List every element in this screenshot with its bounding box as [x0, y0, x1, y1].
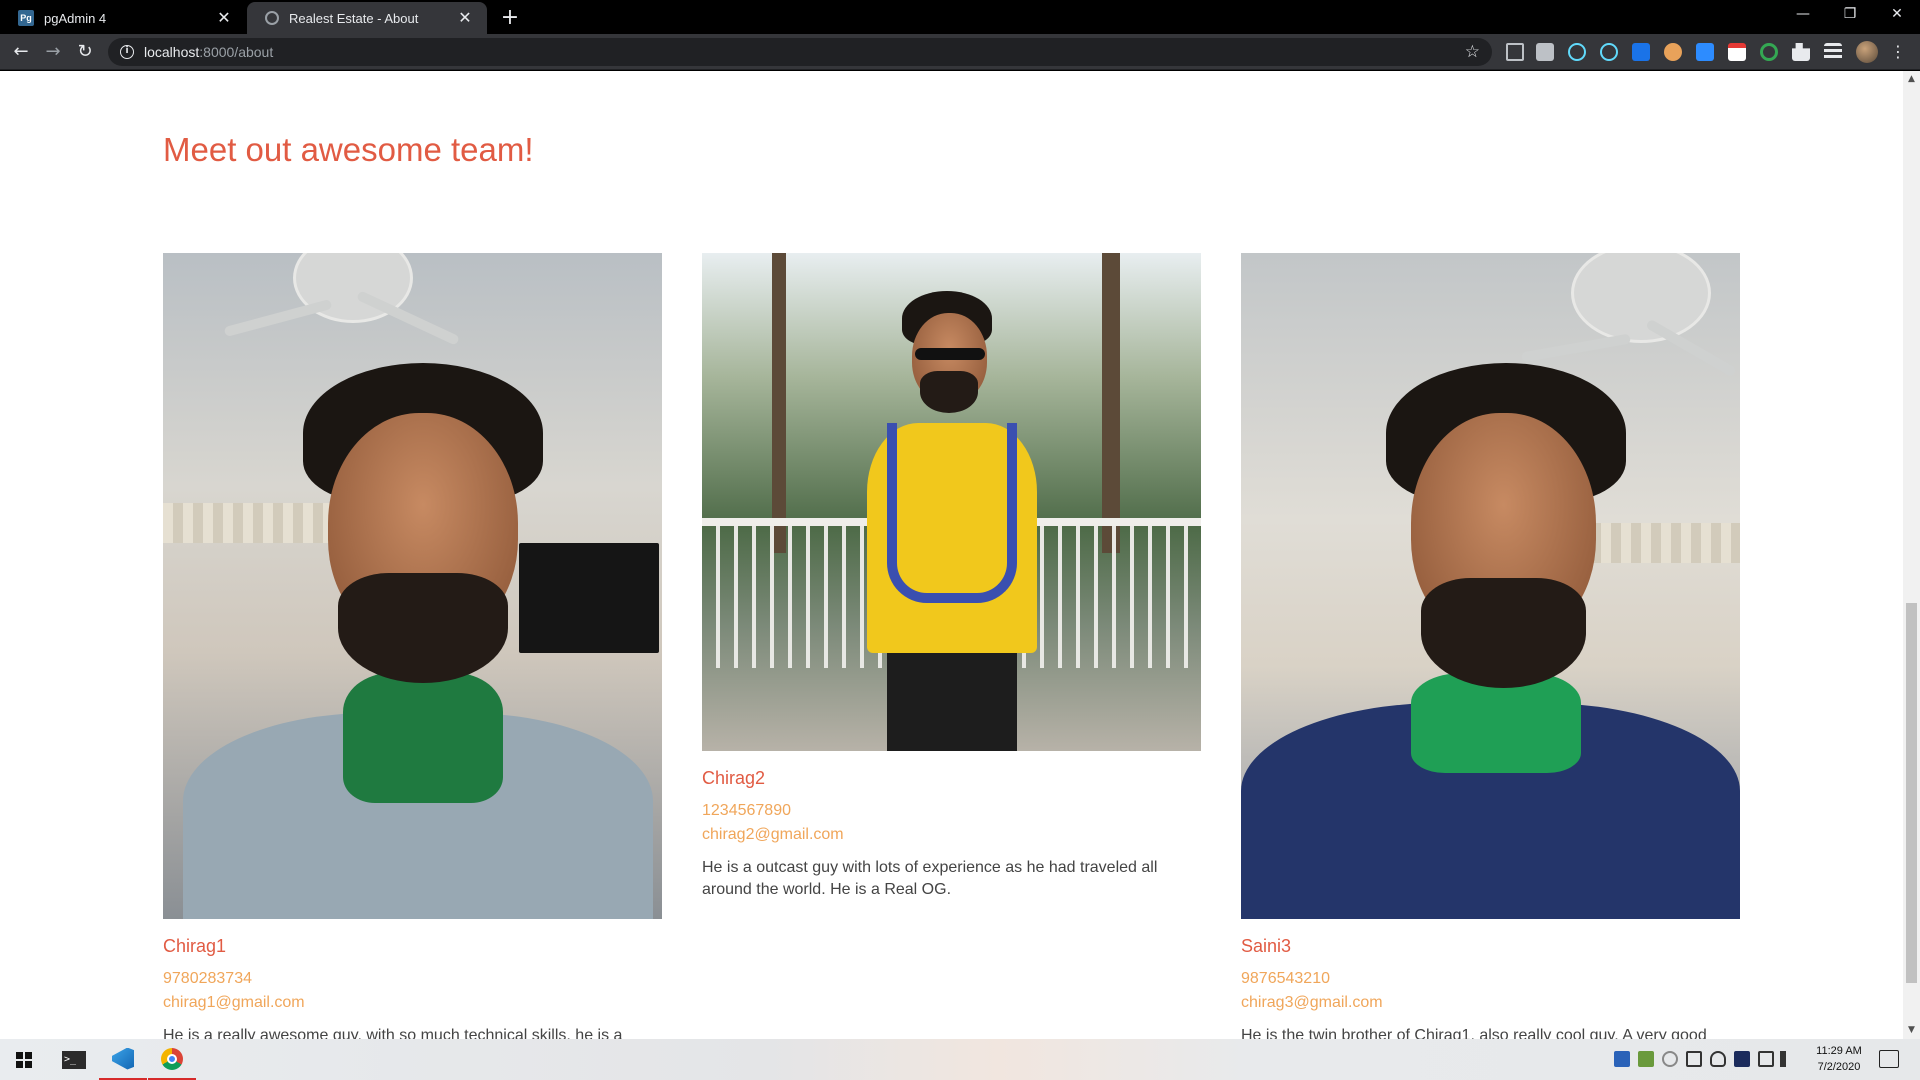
browser-toolbar: ← → ↻ i localhost:8000/about ☆ ⋮: [0, 34, 1920, 70]
page-scrollbar[interactable]: ▲ ▼: [1903, 71, 1920, 1039]
url-path: :8000/about: [199, 44, 274, 60]
notifications-icon[interactable]: [1879, 1050, 1899, 1068]
site-info-icon[interactable]: i: [120, 45, 134, 59]
windows-logo-icon: [16, 1051, 32, 1068]
tab-close-icon[interactable]: ✕: [457, 8, 473, 28]
page-heading: Meet out awesome team!: [163, 131, 534, 168]
photo-ceiling-rose: [1571, 253, 1711, 343]
system-clock[interactable]: 11:29 AM 7/2/2020: [1800, 1043, 1878, 1075]
photo-backpack-straps: [887, 423, 1017, 603]
tab-realest-estate-about[interactable]: Realest Estate - About ✕: [247, 2, 487, 34]
tray-security-icon[interactable]: [1686, 1051, 1702, 1067]
photo-shorts: [887, 653, 1017, 751]
extension-owl-icon[interactable]: [1664, 43, 1682, 61]
member-bio: He is a outcast guy with lots of experie…: [702, 859, 1158, 898]
member-phone: 1234567890: [702, 802, 791, 819]
photo-fan-blade: [1520, 333, 1632, 363]
window-restore-icon[interactable]: ❐: [1827, 0, 1873, 30]
photo-beard: [338, 573, 508, 683]
tab-pgadmin[interactable]: Pg pgAdmin 4 ✕: [0, 2, 246, 34]
member-email: chirag2@gmail.com: [702, 826, 844, 843]
member-phone: 9780283734: [163, 970, 252, 987]
extension-metrics-icon[interactable]: [1506, 43, 1524, 61]
terminal-icon: >_: [62, 1050, 86, 1069]
team-member-photo: [163, 253, 662, 919]
globe-favicon-icon: [265, 11, 279, 25]
taskbar: >_ 11:29 AM 7/2/2020: [0, 1039, 1920, 1080]
member-bio: He is a really awesome guy, with so much…: [163, 1027, 623, 1039]
menu-kebab-icon[interactable]: ⋮: [1888, 42, 1908, 61]
new-tab-button[interactable]: +: [498, 4, 522, 32]
page-viewport: Meet out awesome team! Chirag1 978028373…: [0, 71, 1920, 1039]
taskbar-chrome[interactable]: [148, 1039, 196, 1080]
photo-fan-blade: [223, 298, 333, 338]
tray-app-icon[interactable]: [1734, 1051, 1750, 1067]
back-arrow-icon[interactable]: ←: [7, 40, 35, 64]
bookmark-star-icon[interactable]: ☆: [1465, 42, 1480, 62]
photo-tree-trunk: [772, 253, 786, 553]
tab-close-icon[interactable]: ✕: [216, 8, 232, 28]
clock-date: 7/2/2020: [1817, 1061, 1861, 1073]
taskbar-vscode[interactable]: [99, 1039, 147, 1080]
photo-collar: [343, 673, 503, 803]
scrollbar-thumb[interactable]: [1906, 603, 1917, 983]
team-member-card: Saini3 9876543210 chirag3@gmail.com He i…: [1241, 253, 1740, 1039]
tab-title: pgAdmin 4: [44, 10, 107, 26]
url-host: localhost: [144, 44, 200, 60]
member-email: chirag3@gmail.com: [1241, 994, 1383, 1011]
photo-tv: [519, 543, 659, 653]
team-member-photo: [702, 253, 1201, 751]
photo-curtain: [1581, 523, 1740, 563]
photo-beard: [920, 371, 978, 413]
member-bio: He is the twin brother of Chirag1, also …: [1241, 1027, 1707, 1039]
photo-beard: [1421, 578, 1586, 688]
volume-icon[interactable]: [1780, 1051, 1796, 1067]
network-icon[interactable]: [1758, 1051, 1774, 1067]
photo-tree-trunk: [1102, 253, 1120, 553]
clock-time: 11:29 AM: [1816, 1045, 1862, 1057]
extension-react-icon[interactable]: [1600, 43, 1618, 61]
scroll-down-arrow-icon[interactable]: ▼: [1903, 1022, 1920, 1039]
member-email: chirag1@gmail.com: [163, 994, 305, 1011]
photo-collar: [1411, 673, 1581, 773]
extensions-puzzle-icon[interactable]: [1792, 43, 1810, 61]
extension-zoom-icon[interactable]: [1696, 43, 1714, 61]
tray-app-icon[interactable]: [1638, 1051, 1654, 1067]
start-button[interactable]: [0, 1039, 48, 1080]
address-bar[interactable]: i localhost:8000/about ☆: [108, 38, 1492, 66]
member-phone: 9876543210: [1241, 970, 1330, 987]
member-name: Chirag2: [702, 768, 766, 788]
forward-arrow-icon[interactable]: →: [39, 40, 67, 64]
tab-title: Realest Estate - About: [289, 10, 419, 26]
photo-curtain: [163, 503, 353, 543]
member-name: Chirag1: [163, 936, 227, 956]
profile-avatar[interactable]: [1856, 41, 1878, 63]
extension-react-devtools-icon[interactable]: [1568, 43, 1586, 61]
tray-app-icon[interactable]: [1614, 1051, 1630, 1067]
taskbar-terminal[interactable]: >_: [50, 1039, 98, 1080]
reload-icon[interactable]: ↻: [71, 40, 99, 64]
tray-onedrive-icon[interactable]: [1710, 1051, 1726, 1067]
scroll-up-arrow-icon[interactable]: ▲: [1903, 71, 1920, 88]
chrome-icon: [161, 1047, 183, 1070]
extension-circle-icon[interactable]: [1760, 43, 1778, 61]
photo-sunglasses: [915, 348, 985, 360]
window-close-icon[interactable]: ✕: [1874, 0, 1920, 30]
window-minimize-icon[interactable]: —: [1780, 0, 1826, 30]
tray-app-icon[interactable]: [1662, 1051, 1678, 1067]
pgadmin-favicon-icon: Pg: [18, 10, 34, 26]
extension-s-icon[interactable]: [1632, 43, 1650, 61]
team-member-card: Chirag1 9780283734 chirag1@gmail.com He …: [163, 253, 662, 1039]
tab-strip: Pg pgAdmin 4 ✕ Realest Estate - About ✕ …: [0, 0, 1920, 34]
team-member-card: Chirag2 1234567890 chirag2@gmail.com He …: [702, 253, 1201, 901]
vscode-icon: [112, 1047, 134, 1070]
media-queue-icon[interactable]: [1824, 43, 1842, 61]
extension-calendar-icon[interactable]: [1728, 43, 1746, 61]
team-member-photo: [1241, 253, 1740, 919]
extension-camera-icon[interactable]: [1536, 43, 1554, 61]
member-name: Saini3: [1241, 936, 1292, 956]
